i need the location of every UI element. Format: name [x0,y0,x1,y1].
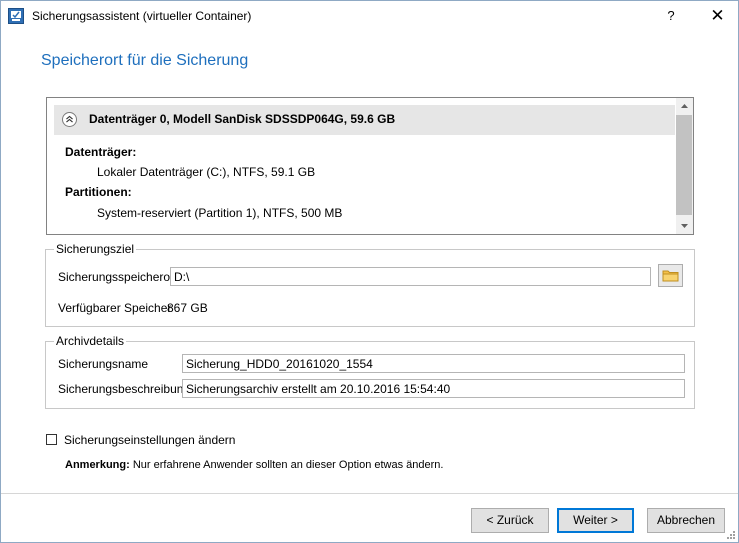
back-button[interactable]: < Zurück [471,508,549,533]
partition-item: System-reserviert (Partition 1), NTFS, 5… [97,206,343,220]
free-space-label: Verfügbarer Speicher [58,301,172,315]
arrow-up-icon[interactable] [676,98,693,115]
partitions-label: Partitionen: [65,185,132,199]
drive-item: Lokaler Datenträger (C:), NTFS, 59.1 GB [97,165,316,179]
note-text: Anmerkung: Nur erfahrene Anwender sollte… [65,459,443,471]
change-settings-label[interactable]: Sicherungseinstellungen ändern [64,433,235,447]
drives-label: Datenträger: [65,145,137,159]
note-body: Nur erfahrene Anwender sollten an dieser… [129,459,444,471]
arrow-down-icon[interactable] [676,217,693,234]
cancel-button[interactable]: Abbrechen [647,508,725,533]
browse-folder-button[interactable] [658,264,683,287]
folder-icon [662,270,679,282]
resize-grip-icon[interactable] [726,530,736,540]
location-input[interactable]: D:\ [170,267,651,286]
backup-description-label: Sicherungsbeschreibung [58,382,191,396]
vertical-scrollbar[interactable] [676,98,693,234]
collapse-icon[interactable] [62,112,77,127]
backup-target-group: Sicherungsziel Sicherungsspeicherort D:\… [45,242,695,327]
footer-separator [1,493,738,494]
wizard-window: Sicherungsassistent (virtueller Containe… [0,0,739,543]
archive-details-group: Archivdetails Sicherungsname Sicherung_H… [45,334,695,409]
disk-title: Datenträger 0, Modell SanDisk SDSSDP064G… [89,112,396,126]
help-button[interactable]: ? [651,1,691,31]
location-label: Sicherungsspeicherort [58,270,178,284]
free-space-value: 867 GB [167,301,208,315]
change-settings-checkbox[interactable] [46,434,57,445]
app-icon [8,8,24,24]
page-title: Speicherort für die Sicherung [41,52,249,69]
note-bold-label: Anmerkung: [65,459,130,471]
window-title: Sicherungsassistent (virtueller Containe… [32,9,252,23]
disk-header-row[interactable]: Datenträger 0, Modell SanDisk SDSSDP064G… [54,105,675,135]
title-bar: Sicherungsassistent (virtueller Containe… [1,1,738,31]
disk-list[interactable]: Datenträger 0, Modell SanDisk SDSSDP064G… [46,97,694,235]
scroll-thumb[interactable] [676,115,692,215]
archive-details-legend: Archivdetails [54,334,127,348]
backup-description-input[interactable]: Sicherungsarchiv erstellt am 20.10.2016 … [182,379,685,398]
backup-name-label: Sicherungsname [58,357,149,371]
next-button[interactable]: Weiter > [557,508,634,533]
close-button[interactable]: ✕ [696,1,739,31]
backup-name-input[interactable]: Sicherung_HDD0_20161020_1554 [182,354,685,373]
backup-target-legend: Sicherungsziel [54,242,137,256]
